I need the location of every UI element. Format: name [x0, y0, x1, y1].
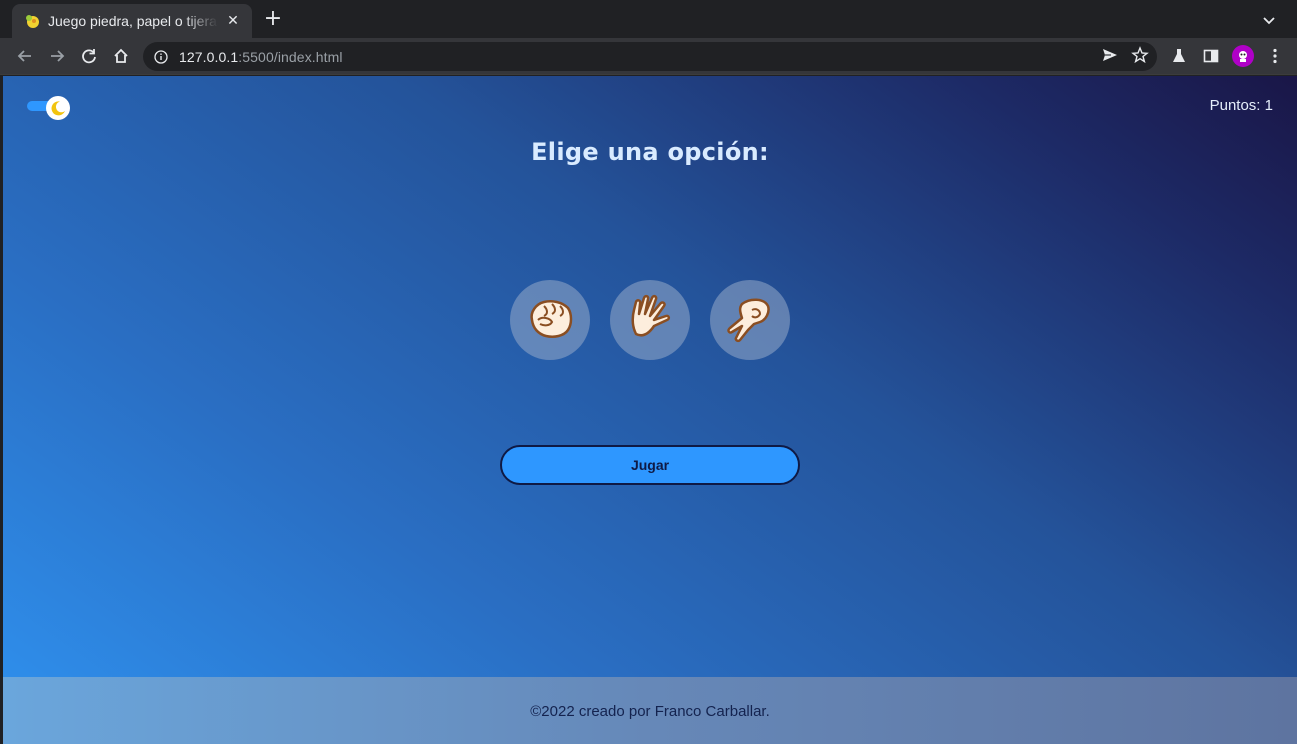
moon-icon: [46, 96, 70, 120]
back-icon[interactable]: [13, 44, 37, 68]
address-bar[interactable]: 127.0.0.1:5500/index.html: [143, 42, 1157, 71]
paper-hand-icon: [622, 290, 678, 350]
footer-credit: ©2022 creado por Franco Carballar.: [530, 703, 770, 720]
star-icon[interactable]: [1131, 46, 1149, 68]
send-icon[interactable]: [1101, 46, 1119, 68]
option-paper[interactable]: [610, 280, 690, 360]
labs-icon[interactable]: [1167, 44, 1191, 68]
tab-close-icon[interactable]: ✕: [224, 12, 242, 30]
chevron-down-icon[interactable]: [1259, 10, 1279, 30]
forward-icon[interactable]: [45, 44, 69, 68]
info-icon[interactable]: [153, 49, 169, 65]
menu-icon[interactable]: [1263, 44, 1287, 68]
score-label: Puntos: 1: [1209, 97, 1273, 114]
game-page: Puntos: 1 Elige una opción: Jugar ©2022 …: [3, 76, 1297, 744]
new-tab-icon[interactable]: +: [262, 8, 284, 31]
footer: ©2022 creado por Franco Carballar.: [3, 677, 1297, 744]
theme-toggle[interactable]: [27, 96, 71, 120]
home-icon[interactable]: [109, 44, 133, 68]
page-title: Elige una opción:: [531, 138, 769, 166]
url-text: 127.0.0.1:5500/index.html: [179, 49, 343, 65]
options-group: [510, 280, 790, 360]
tab-title: Juego piedra, papel o tijeras: [48, 13, 218, 29]
sidepanel-icon[interactable]: [1199, 44, 1223, 68]
option-rock[interactable]: [510, 280, 590, 360]
profile-avatar[interactable]: [1232, 45, 1254, 67]
rock-fist-icon: [522, 290, 578, 350]
browser-tab[interactable]: Juego piedra, papel o tijeras ✕: [12, 4, 252, 38]
reload-icon[interactable]: [77, 44, 101, 68]
play-button[interactable]: Jugar: [500, 445, 800, 485]
browser-tab-bar: Juego piedra, papel o tijeras ✕ +: [0, 0, 1297, 38]
scissors-hand-icon: [722, 290, 778, 350]
url-host: 127.0.0.1: [179, 48, 239, 65]
page-favicon-icon: [24, 13, 40, 29]
url-path: :5500/index.html: [238, 48, 343, 65]
browser-toolbar: 127.0.0.1:5500/index.html: [0, 38, 1297, 75]
option-scissors[interactable]: [710, 280, 790, 360]
